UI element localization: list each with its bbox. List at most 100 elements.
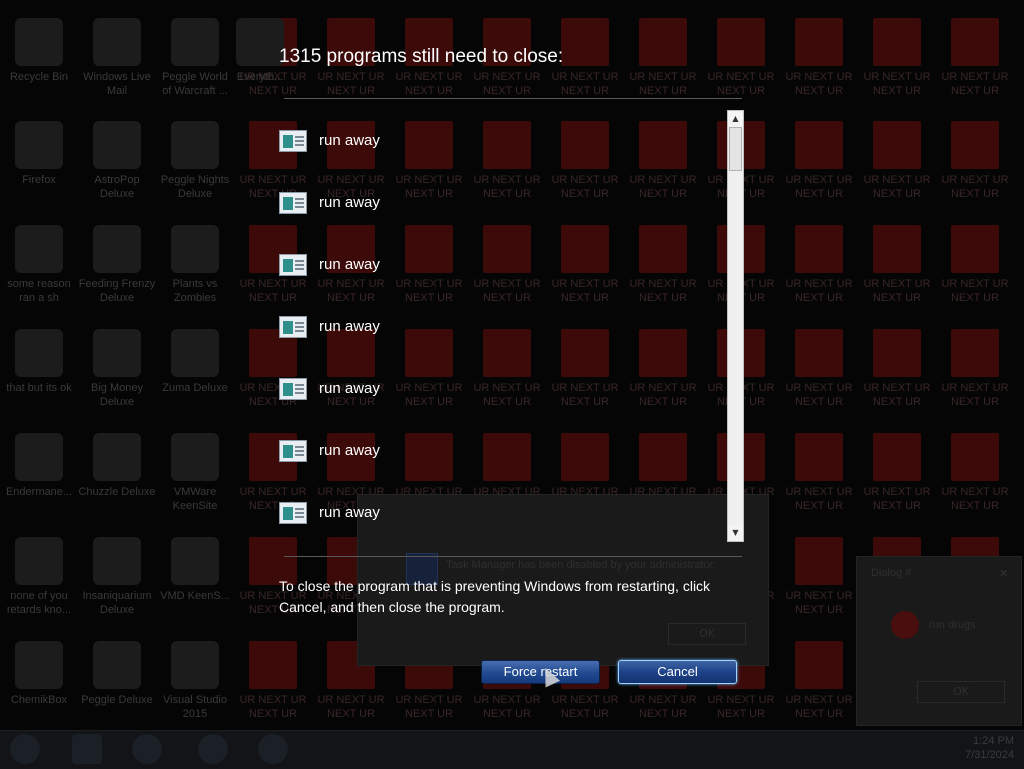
desktop-icon-tile: UR NEXT UR NEXT UR: [780, 113, 858, 213]
clock-date: 7/31/2024: [965, 749, 1014, 761]
application-window-icon: [279, 502, 307, 524]
program-name: run away: [319, 318, 380, 335]
red-file-icon: [795, 329, 843, 377]
desktop-icon-label: UR NEXT UR NEXT UR: [317, 71, 385, 97]
scrollbar-thumb[interactable]: [729, 127, 742, 171]
desktop-icon-label: UR NEXT UR NEXT UR: [785, 71, 853, 97]
list-item: run away: [278, 313, 578, 343]
desktop-icon: Chuzzle Deluxe: [78, 425, 156, 525]
desktop-icon-label: UR NEXT UR NEXT UR: [551, 694, 619, 720]
desktop-icon-label: UR NEXT UR NEXT UR: [551, 71, 619, 97]
desktop-icon: VMWare KeenSite: [156, 425, 234, 525]
visual-studio-icon: [171, 641, 219, 689]
red-file-icon: [717, 18, 765, 66]
mail-icon: [93, 18, 141, 66]
desktop-icon-label: UR NEXT UR NEXT UR: [941, 278, 1009, 304]
desktop-icon-label: UR NEXT UR NEXT UR: [863, 278, 931, 304]
red-file-icon: [951, 225, 999, 273]
desktop-icon: Visual Studio 2015: [156, 633, 234, 733]
desktop-icon-label: UR NEXT UR NEXT UR: [785, 486, 853, 512]
folder-icon: [15, 329, 63, 377]
taskbar-firefox-icon[interactable]: [258, 734, 288, 764]
firefox-icon: [15, 121, 63, 169]
application-window-icon: [279, 192, 307, 214]
error-icon: [891, 611, 919, 639]
app-icon: [15, 641, 63, 689]
red-file-icon: [873, 18, 921, 66]
desktop-icon: Plants vs Zombies: [156, 217, 234, 317]
program-name: run away: [319, 256, 380, 273]
divider: [284, 556, 742, 557]
list-item: run away: [278, 375, 578, 405]
program-name: run away: [319, 442, 380, 459]
search-icon: [236, 18, 284, 66]
red-file-icon: [951, 329, 999, 377]
desktop-icon: Insaniquarium Deluxe: [78, 529, 156, 629]
list-scrollbar[interactable]: ▲ ▼: [727, 110, 744, 542]
program-name: run away: [319, 132, 380, 149]
desktop-icon-tile: UR NEXT UR NEXT UR: [780, 10, 858, 110]
desktop-icon-label: UR NEXT UR NEXT UR: [863, 486, 931, 512]
desktop-icon-label: UR NEXT UR NEXT UR: [785, 174, 853, 200]
cancel-button[interactable]: Cancel: [618, 660, 737, 684]
desktop-icon: none of you retards kno...: [0, 529, 78, 629]
taskbar-app-icon[interactable]: [198, 734, 228, 764]
game-icon: [93, 433, 141, 481]
desktop-icon-tile: UR NEXT UR NEXT UR: [936, 425, 1014, 525]
system-clock[interactable]: 1:24 PM 7/31/2024: [965, 734, 1014, 762]
taskbar-app-icon[interactable]: [132, 734, 162, 764]
program-name: run away: [319, 194, 380, 211]
application-window-icon: [279, 316, 307, 338]
app-icon: [171, 433, 219, 481]
desktop-icon: Peggle World of Warcraft ...: [156, 10, 234, 110]
desktop-icon-label: UR NEXT UR NEXT UR: [941, 174, 1009, 200]
desktop-icon-label: UR NEXT UR NEXT UR: [863, 382, 931, 408]
ghost-dialog-text: Task Manager has been disabled by your a…: [446, 559, 716, 571]
close-icon: ✕: [999, 567, 1009, 580]
red-file-icon: [873, 121, 921, 169]
recycle-bin-icon: [15, 18, 63, 66]
desktop-icon-label: UR NEXT UR NEXT UR: [707, 71, 775, 97]
clock-time: 1:24 PM: [973, 735, 1014, 747]
desktop-icon-tile: UR NEXT UR NEXT UR: [936, 10, 1014, 110]
desktop-icon-label: UR NEXT UR NEXT UR: [473, 694, 541, 720]
desktop-icon-label: UR NEXT UR NEXT UR: [629, 694, 697, 720]
desktop-icon-label: UR NEXT UR NEXT UR: [239, 694, 307, 720]
red-file-icon: [951, 121, 999, 169]
red-file-icon: [561, 18, 609, 66]
desktop-icon-tile: UR NEXT UR NEXT UR: [858, 113, 936, 213]
desktop-icon-label: UR NEXT UR NEXT UR: [395, 71, 463, 97]
desktop-icon: Windows Live Mail: [78, 10, 156, 110]
red-file-icon: [795, 537, 843, 585]
desktop-icon-tile: UR NEXT UR NEXT UR: [780, 529, 858, 629]
red-file-icon: [951, 433, 999, 481]
desktop-icon-tile: UR NEXT UR NEXT UR: [858, 321, 936, 421]
game-icon: [93, 225, 141, 273]
desktop-icon-tile: UR NEXT UR NEXT UR: [858, 10, 936, 110]
ghost-dialog-title: Dialog #: [871, 567, 912, 579]
page-title: 1315 programs still need to close:: [279, 46, 564, 67]
desktop-icon-tile: UR NEXT UR NEXT UR: [936, 113, 1014, 213]
list-item: run away: [278, 127, 578, 157]
application-window-icon: [279, 378, 307, 400]
desktop-icon: Peggle Nights Deluxe: [156, 113, 234, 213]
application-window-icon: [279, 254, 307, 276]
application-window-icon: [279, 440, 307, 462]
desktop-icon-tile: UR NEXT UR NEXT UR: [858, 217, 936, 317]
desktop-icon-label: UR NEXT UR NEXT UR: [863, 71, 931, 97]
taskbar-app-icon[interactable]: [72, 734, 102, 764]
start-button[interactable]: [10, 734, 40, 764]
scroll-up-arrow-icon[interactable]: ▲: [728, 111, 743, 127]
game-icon: [93, 537, 141, 585]
scroll-down-arrow-icon[interactable]: ▼: [728, 525, 743, 541]
desktop-icon-tile: UR NEXT UR NEXT UR: [702, 10, 780, 110]
desktop-icon-tile: UR NEXT UR NEXT UR: [780, 321, 858, 421]
ghost-dialog: Dialog # ✕ run drugs OK: [856, 556, 1022, 726]
desktop-icon-label: UR NEXT UR NEXT UR: [395, 694, 463, 720]
file-icon: [15, 225, 63, 273]
desktop-icon-label: UR NEXT UR NEXT UR: [785, 590, 853, 616]
blocking-programs-list[interactable]: run away run away run away run away run …: [278, 110, 724, 542]
game-icon: [171, 329, 219, 377]
program-name: run away: [319, 380, 380, 397]
list-item: run away: [278, 189, 578, 219]
